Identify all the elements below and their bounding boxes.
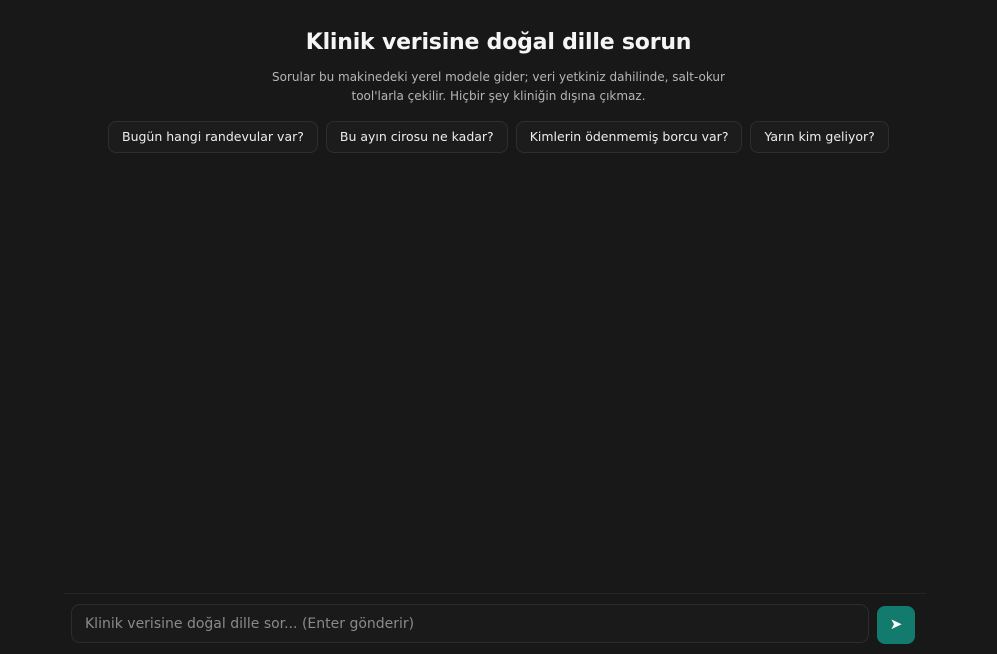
send-button[interactable]: ➤	[877, 606, 915, 644]
suggestion-chip-appointments-today[interactable]: Bugün hangi randevular var?	[108, 121, 318, 153]
chat-page: Klinik verisine doğal dille sorun Sorula…	[0, 0, 997, 654]
suggestion-chip-unpaid-debts[interactable]: Kimlerin ödenmemiş borcu var?	[515, 121, 743, 153]
chat-input[interactable]	[71, 604, 869, 643]
page-subtitle: Sorular bu makinedeki yerel modele gider…	[272, 70, 725, 103]
suggestion-chips: Bugün hangi randevular var? Bu ayın ciro…	[108, 121, 889, 153]
page-title: Klinik verisine doğal dille sorun	[305, 30, 692, 55]
hero-header: Klinik verisine doğal dille sorun Sorula…	[0, 0, 997, 106]
suggestion-chip-tomorrow-visitors[interactable]: Yarın kim geliyor?	[750, 121, 889, 153]
suggestion-chip-monthly-revenue[interactable]: Bu ayın cirosu ne kadar?	[325, 121, 508, 153]
send-arrow-icon: ➤	[889, 616, 903, 633]
composer-divider	[64, 593, 926, 594]
